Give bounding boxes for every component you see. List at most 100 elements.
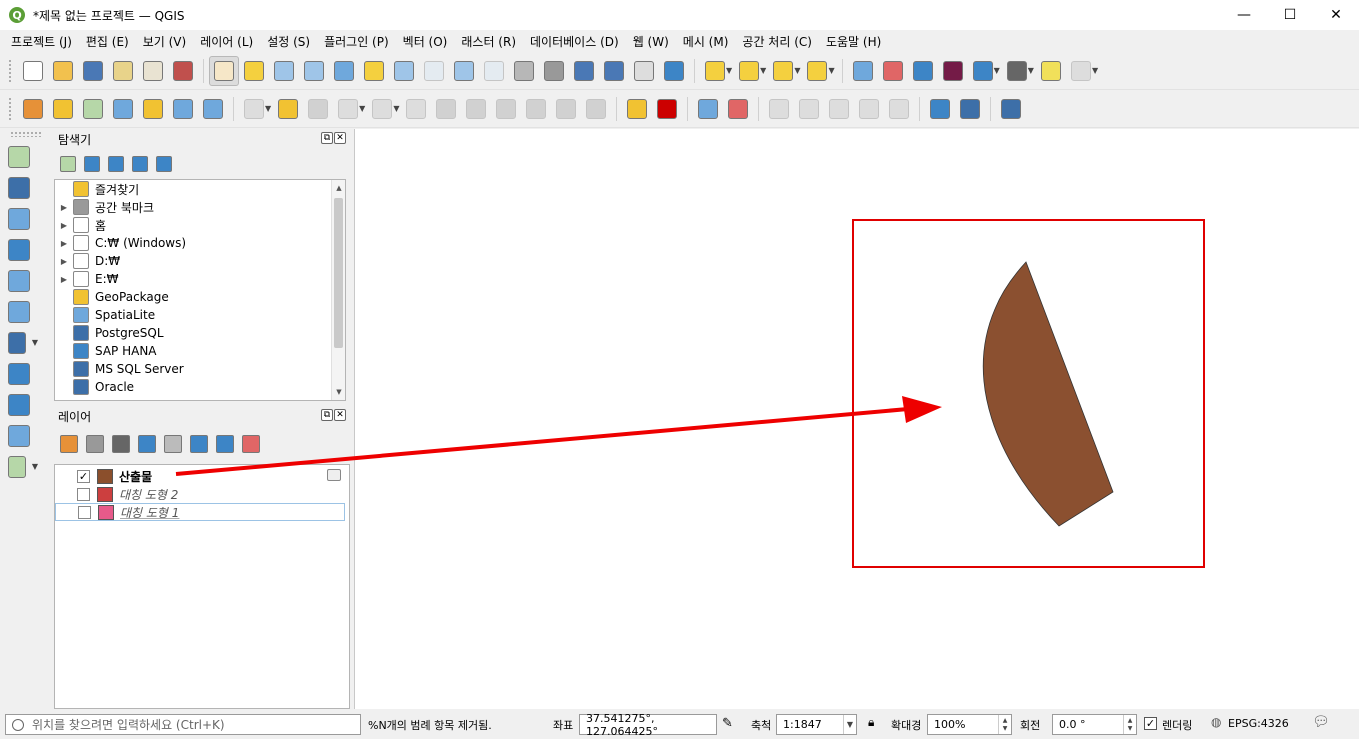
- new-spatialite-button[interactable]: [108, 94, 138, 124]
- remove-layer-icon[interactable]: [242, 435, 260, 453]
- toolbox-button[interactable]: [908, 56, 938, 86]
- locator-search-field[interactable]: 위치를 찾으려면 입력하세요 (Ctrl+K): [5, 714, 361, 735]
- select-features-button[interactable]: [700, 56, 730, 86]
- browser-tree[interactable]: 즐겨찾기 ▶ 공간 북마크 ▶ 홈 ▶ C:₩ (Windows) ▶ D:₩ ▶ E:₩ GeoPa…: [54, 179, 346, 401]
- menu-item[interactable]: 보기 (V): [136, 33, 193, 50]
- add-group-icon[interactable]: [86, 435, 104, 453]
- add-wms-layer-button[interactable]: [0, 358, 40, 389]
- browser-item[interactable]: SpatiaLite: [55, 306, 345, 324]
- select-by-value-button[interactable]: [734, 56, 764, 86]
- delete-selected-button[interactable]: [431, 94, 461, 124]
- browser-scrollbar[interactable]: ▲ ▼: [331, 180, 345, 400]
- collapse-all-layers-icon[interactable]: [216, 435, 234, 453]
- browser-item[interactable]: 즐겨찾기: [55, 180, 345, 198]
- highlight-pinned-labels-button[interactable]: [693, 94, 723, 124]
- scroll-thumb[interactable]: [334, 198, 343, 348]
- add-virtual-layer-button[interactable]: [0, 296, 40, 327]
- map-tips-button[interactable]: [1036, 56, 1066, 86]
- layer-labeling-button[interactable]: [622, 94, 652, 124]
- scale-combo[interactable]: 1:1847 ▼: [776, 714, 857, 735]
- filter-legend-icon[interactable]: [138, 435, 156, 453]
- spin-arrows-icon[interactable]: ▲ ▼: [1123, 715, 1136, 734]
- new-3d-view-button[interactable]: [539, 56, 569, 86]
- new-project-button[interactable]: [18, 56, 48, 86]
- coordinate-field[interactable]: 37.541275°, 127.064425°: [579, 712, 717, 738]
- pin-labels-button[interactable]: [723, 94, 753, 124]
- deselect-all-button[interactable]: [768, 56, 798, 86]
- python-console-button[interactable]: [955, 94, 985, 124]
- undo-button[interactable]: [551, 94, 581, 124]
- show-bookmarks-button[interactable]: [599, 56, 629, 86]
- messages-icon[interactable]: 💬︎: [1312, 714, 1330, 730]
- manage-map-themes-icon[interactable]: [112, 435, 130, 453]
- zoom-in-button[interactable]: [269, 56, 299, 86]
- new-bookmark-button[interactable]: [569, 56, 599, 86]
- close-button[interactable]: ✕: [1313, 0, 1359, 30]
- magnifier-spinbox[interactable]: 100% ▲ ▼: [927, 714, 1012, 735]
- expand-all-icon[interactable]: [190, 435, 208, 453]
- attribute-table-button[interactable]: [878, 56, 908, 86]
- add-selected-layers-icon[interactable]: [60, 156, 76, 172]
- close-panel-icon[interactable]: ✕: [334, 132, 346, 144]
- select-location-button[interactable]: [802, 56, 832, 86]
- browser-item[interactable]: MS SQL Server: [55, 360, 345, 378]
- measure-line-button[interactable]: [1002, 56, 1032, 86]
- crs-label[interactable]: EPSG:4326: [1228, 717, 1289, 730]
- toolbar-handle[interactable]: [10, 131, 42, 137]
- cut-features-button[interactable]: [461, 94, 491, 124]
- new-memory-layer-button[interactable]: [138, 94, 168, 124]
- change-label-button[interactable]: [854, 94, 884, 124]
- layer-item[interactable]: 대칭 도형 2: [55, 485, 349, 503]
- layer-symbol-swatch[interactable]: [98, 504, 114, 520]
- layer-item[interactable]: ✓ 산출물: [55, 467, 349, 485]
- add-vector-layer-button[interactable]: [0, 141, 40, 172]
- new-shapefile-button[interactable]: [78, 94, 108, 124]
- browser-item[interactable]: PostgreSQL: [55, 324, 345, 342]
- new-gpx-layer-button[interactable]: [198, 94, 228, 124]
- new-print-layout-button[interactable]: [108, 56, 138, 86]
- chevron-down-icon[interactable]: ▼: [843, 715, 856, 734]
- zoom-native-button[interactable]: [419, 56, 449, 86]
- zoom-next-button[interactable]: [479, 56, 509, 86]
- lock-scale-icon[interactable]: 🔒︎: [868, 715, 874, 730]
- refresh-browser-icon[interactable]: [84, 156, 100, 172]
- new-map-view-button[interactable]: [509, 56, 539, 86]
- minimize-button[interactable]: —: [1221, 0, 1267, 30]
- float-panel-icon[interactable]: ⧉: [321, 132, 333, 144]
- save-project-button[interactable]: [78, 56, 108, 86]
- close-panel-icon[interactable]: ✕: [334, 409, 346, 421]
- zoom-to-selection-button[interactable]: [359, 56, 389, 86]
- browser-item[interactable]: ▶ 홈: [55, 216, 345, 234]
- filter-browser-icon[interactable]: [108, 156, 124, 172]
- redo-button[interactable]: [581, 94, 611, 124]
- show-hide-labels-button[interactable]: [764, 94, 794, 124]
- identify-features-button[interactable]: [848, 56, 878, 86]
- digitize-button[interactable]: [333, 94, 363, 124]
- spin-arrows-icon[interactable]: ▲ ▼: [998, 715, 1011, 734]
- layout-manager-button[interactable]: [138, 56, 168, 86]
- toolbar-handle[interactable]: [8, 96, 12, 121]
- add-wfs-layer-button[interactable]: [0, 389, 40, 420]
- render-checkbox[interactable]: ✓: [1144, 717, 1157, 730]
- map-canvas[interactable]: [354, 129, 1359, 709]
- rotate-label-button[interactable]: [824, 94, 854, 124]
- modify-attributes-button[interactable]: [401, 94, 431, 124]
- add-wcs-layer-button[interactable]: [0, 420, 40, 451]
- help-button[interactable]: [996, 94, 1026, 124]
- layer-item[interactable]: 대칭 도형 1: [55, 503, 345, 521]
- layer-visibility-checkbox[interactable]: [78, 505, 91, 519]
- add-spatialite-layer-button[interactable]: [0, 265, 40, 296]
- float-panel-icon[interactable]: ⧉: [321, 409, 333, 421]
- layer-visibility-checkbox[interactable]: [77, 487, 90, 501]
- zoom-to-layer-button[interactable]: [389, 56, 419, 86]
- zoom-out-button[interactable]: [299, 56, 329, 86]
- add-raster-layer-button[interactable]: [0, 172, 40, 203]
- toggle-editing-button[interactable]: [273, 94, 303, 124]
- menu-item[interactable]: 벡터 (O): [396, 33, 455, 50]
- menu-item[interactable]: 데이터베이스 (D): [523, 33, 626, 50]
- statistics-sigma-button[interactable]: [938, 56, 968, 86]
- chevron-down-icon[interactable]: ▼: [32, 462, 38, 471]
- toggle-extents-icon[interactable]: ✎: [722, 716, 733, 731]
- menu-item[interactable]: 웹 (W): [626, 33, 676, 50]
- filter-by-expression-icon[interactable]: [164, 435, 182, 453]
